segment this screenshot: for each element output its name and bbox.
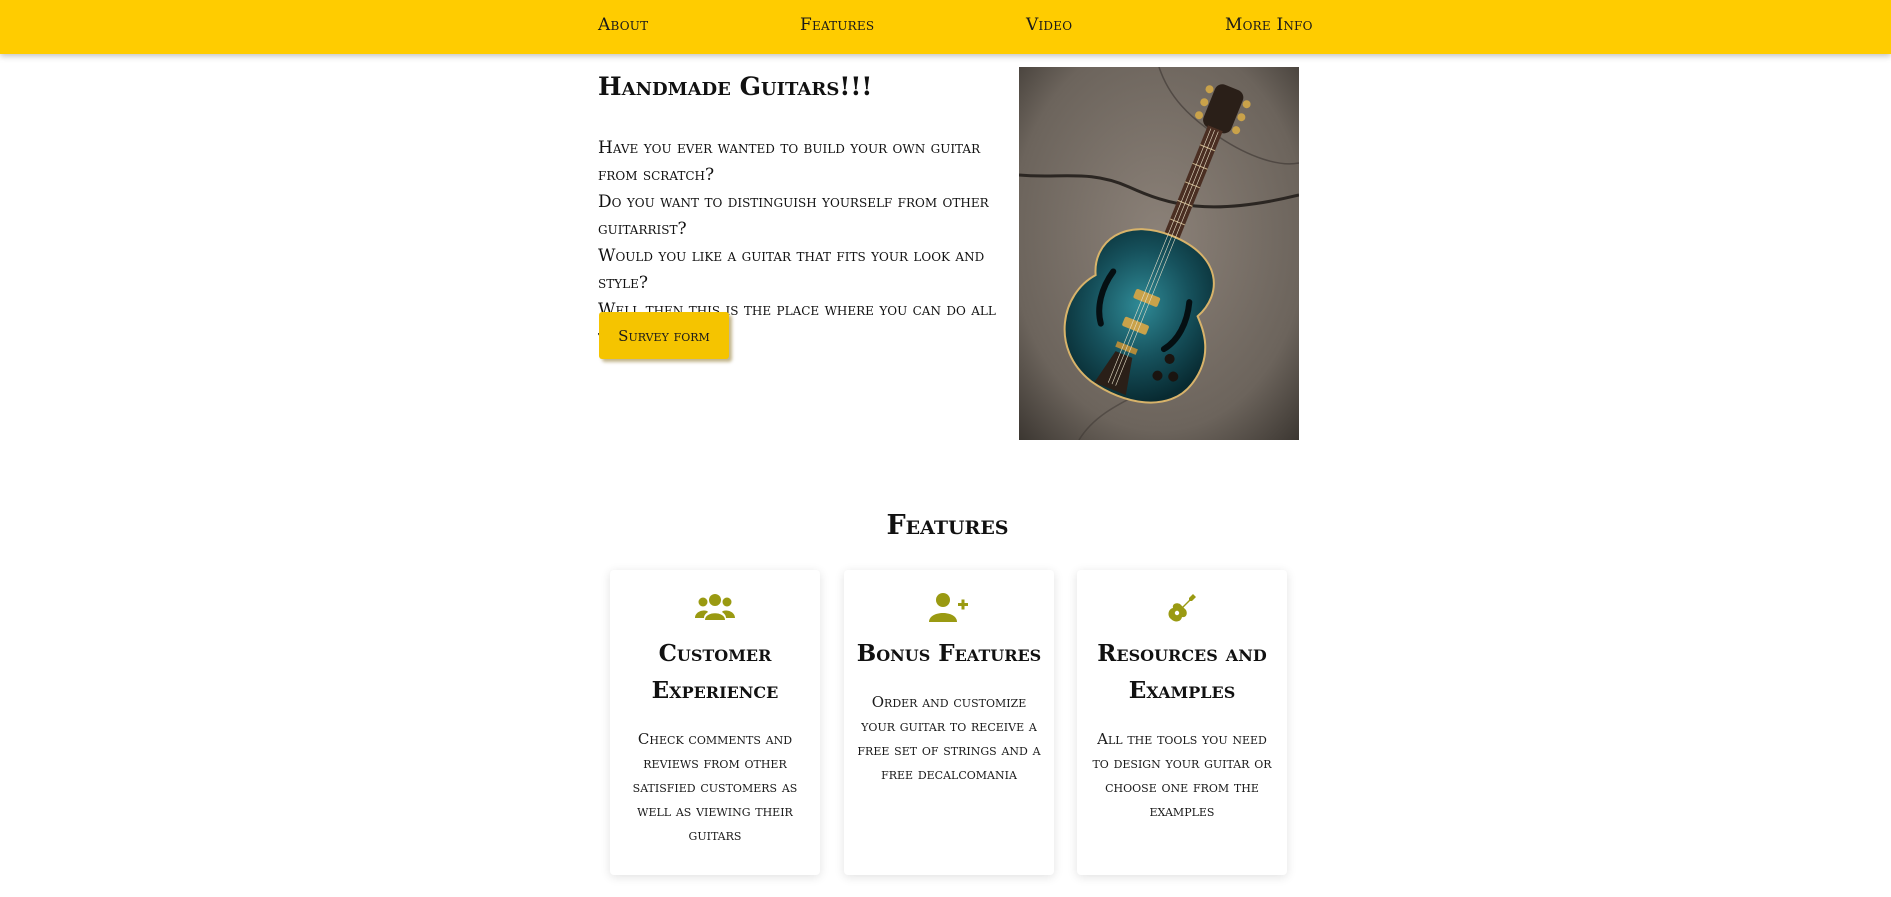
features-title: Features (886, 510, 1009, 541)
card-text: Order and customize your guitar to recei… (857, 693, 1041, 783)
card-text: Check comments and reviews from other sa… (632, 730, 798, 844)
card-text: All the tools you need to design your gu… (1092, 730, 1272, 820)
guitar-icon (1077, 592, 1287, 624)
feature-card-resources-examples: Resources and Examples All the tools you… (1077, 570, 1287, 875)
user-plus-icon (844, 592, 1054, 622)
nav-link-features[interactable]: Features (800, 15, 874, 35)
users-icon (610, 592, 820, 622)
card-title: Customer Experience (651, 640, 779, 704)
guitar-photo-svg (1019, 67, 1299, 440)
card-title: Bonus Features (856, 640, 1042, 667)
hero-title: Handmade Guitars!!! (598, 72, 873, 101)
nav-link-about[interactable]: About (598, 15, 648, 35)
survey-form-button[interactable]: Survey form (599, 312, 729, 359)
hero-line: Do you want to distinguish yourself from… (598, 192, 989, 239)
feature-card-bonus-features: Bonus Features Order and customize your … (844, 570, 1054, 875)
nav-link-video[interactable]: Video (1026, 15, 1072, 35)
card-title: Resources and Examples (1097, 640, 1267, 704)
hero-line: Have you ever wanted to build your own g… (598, 138, 981, 185)
top-navbar: About Features Video More Info (0, 0, 1891, 54)
feature-card-customer-experience: Customer Experience Check comments and r… (610, 570, 820, 875)
guitar-photo (1019, 67, 1299, 440)
hero-line: Would you like a guitar that fits your l… (598, 246, 985, 293)
nav-link-more-info[interactable]: More Info (1225, 15, 1313, 35)
